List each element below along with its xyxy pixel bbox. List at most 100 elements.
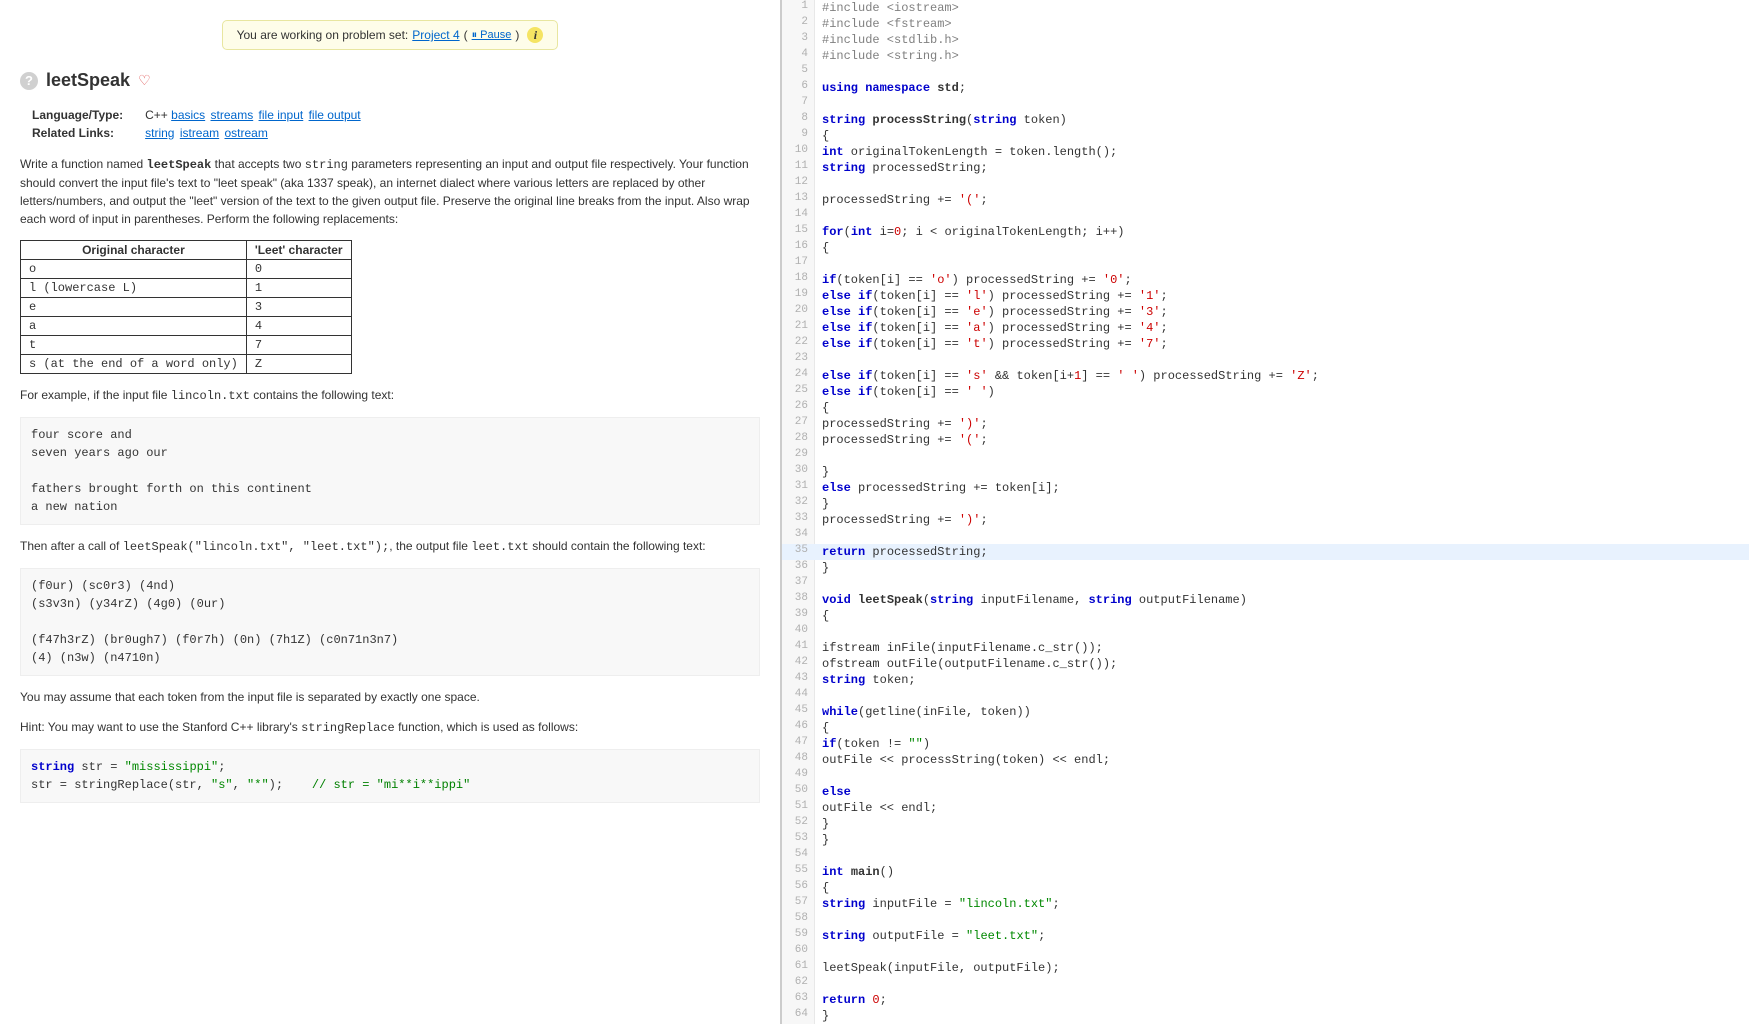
code-line[interactable]: 25else if(token[i] == ' ') — [782, 384, 1749, 400]
code-text[interactable]: outFile << endl; — [814, 800, 1749, 816]
code-text[interactable]: leetSpeak(inputFile, outputFile); — [814, 960, 1749, 976]
code-text[interactable]: else if(token[i] == 'e') processedString… — [814, 304, 1749, 320]
code-line[interactable]: 11string processedString; — [782, 160, 1749, 176]
code-line[interactable]: 34 — [782, 528, 1749, 544]
code-line[interactable]: 15for(int i=0; i < originalTokenLength; … — [782, 224, 1749, 240]
code-line[interactable]: 46{ — [782, 720, 1749, 736]
code-line[interactable]: 61leetSpeak(inputFile, outputFile); — [782, 960, 1749, 976]
code-text[interactable]: else — [814, 784, 1749, 800]
code-text[interactable]: int originalTokenLength = token.length()… — [814, 144, 1749, 160]
code-text[interactable]: } — [814, 496, 1749, 512]
code-line[interactable]: 43string token; — [782, 672, 1749, 688]
code-line[interactable]: 32} — [782, 496, 1749, 512]
code-line[interactable]: 54 — [782, 848, 1749, 864]
code-line[interactable]: 30} — [782, 464, 1749, 480]
code-text[interactable]: while(getline(inFile, token)) — [814, 704, 1749, 720]
code-line[interactable]: 19else if(token[i] == 'l') processedStri… — [782, 288, 1749, 304]
code-text[interactable]: else if(token[i] == 't') processedString… — [814, 336, 1749, 352]
code-text[interactable]: } — [814, 832, 1749, 848]
code-line[interactable]: 45while(getline(inFile, token)) — [782, 704, 1749, 720]
code-line[interactable]: 55int main() — [782, 864, 1749, 880]
code-text[interactable]: string processString(string token) — [814, 112, 1749, 128]
code-text[interactable]: ofstream outFile(outputFilename.c_str())… — [814, 656, 1749, 672]
code-text[interactable]: else if(token[i] == 'l') processedString… — [814, 288, 1749, 304]
code-line[interactable]: 50else — [782, 784, 1749, 800]
code-line[interactable]: 14 — [782, 208, 1749, 224]
code-text[interactable]: } — [814, 464, 1749, 480]
code-text[interactable]: else if(token[i] == 'a') processedString… — [814, 320, 1749, 336]
code-line[interactable]: 52} — [782, 816, 1749, 832]
code-text[interactable]: #include <string.h> — [814, 48, 1749, 64]
code-text[interactable]: else processedString += token[i]; — [814, 480, 1749, 496]
code-line[interactable]: 4#include <string.h> — [782, 48, 1749, 64]
code-line[interactable]: 35return processedString; — [782, 544, 1749, 560]
code-line[interactable]: 36} — [782, 560, 1749, 576]
code-text[interactable]: if(token != "") — [814, 736, 1749, 752]
code-text[interactable]: using namespace std; — [814, 80, 1749, 96]
code-text[interactable]: #include <fstream> — [814, 16, 1749, 32]
pause-link[interactable]: ⏸ Pause — [472, 29, 512, 42]
code-line[interactable]: 21else if(token[i] == 'a') processedStri… — [782, 320, 1749, 336]
code-text[interactable]: processedString += '('; — [814, 192, 1749, 208]
meta-link[interactable]: file output — [309, 108, 361, 122]
code-line[interactable]: 44 — [782, 688, 1749, 704]
meta-link[interactable]: file input — [259, 108, 304, 122]
code-text[interactable]: int main() — [814, 864, 1749, 880]
code-line[interactable]: 3#include <stdlib.h> — [782, 32, 1749, 48]
code-line[interactable]: 40 — [782, 624, 1749, 640]
code-text[interactable]: for(int i=0; i < originalTokenLength; i+… — [814, 224, 1749, 240]
code-text[interactable]: return 0; — [814, 992, 1749, 1008]
meta-link[interactable]: basics — [171, 108, 205, 122]
code-line[interactable]: 53} — [782, 832, 1749, 848]
code-line[interactable]: 26{ — [782, 400, 1749, 416]
code-line[interactable]: 17 — [782, 256, 1749, 272]
code-text[interactable]: if(token[i] == 'o') processedString += '… — [814, 272, 1749, 288]
code-line[interactable]: 41ifstream inFile(inputFilename.c_str())… — [782, 640, 1749, 656]
code-line[interactable]: 37 — [782, 576, 1749, 592]
code-line[interactable]: 58 — [782, 912, 1749, 928]
code-line[interactable]: 10int originalTokenLength = token.length… — [782, 144, 1749, 160]
code-line[interactable]: 49 — [782, 768, 1749, 784]
code-text[interactable]: } — [814, 1008, 1749, 1024]
code-text[interactable]: { — [814, 608, 1749, 624]
meta-link[interactable]: streams — [211, 108, 254, 122]
code-text[interactable]: outFile << processString(token) << endl; — [814, 752, 1749, 768]
code-text[interactable]: void leetSpeak(string inputFilename, str… — [814, 592, 1749, 608]
code-line[interactable]: 5 — [782, 64, 1749, 80]
code-line[interactable]: 57string inputFile = "lincoln.txt"; — [782, 896, 1749, 912]
code-line[interactable]: 56{ — [782, 880, 1749, 896]
code-text[interactable]: #include <stdlib.h> — [814, 32, 1749, 48]
code-line[interactable]: 47if(token != "") — [782, 736, 1749, 752]
code-text[interactable]: ifstream inFile(inputFilename.c_str()); — [814, 640, 1749, 656]
code-line[interactable]: 1#include <iostream> — [782, 0, 1749, 16]
code-text[interactable]: { — [814, 240, 1749, 256]
code-line[interactable]: 24else if(token[i] == 's' && token[i+1] … — [782, 368, 1749, 384]
code-text[interactable]: #include <iostream> — [814, 0, 1749, 16]
help-icon[interactable]: ? — [20, 72, 38, 90]
code-line[interactable]: 62 — [782, 976, 1749, 992]
code-text[interactable]: string outputFile = "leet.txt"; — [814, 928, 1749, 944]
meta-link[interactable]: ostream — [225, 126, 268, 140]
code-line[interactable]: 2#include <fstream> — [782, 16, 1749, 32]
meta-link[interactable]: string — [145, 126, 174, 140]
code-text[interactable]: processedString += '('; — [814, 432, 1749, 448]
code-line[interactable]: 22else if(token[i] == 't') processedStri… — [782, 336, 1749, 352]
code-text[interactable]: } — [814, 816, 1749, 832]
heart-icon[interactable]: ♡ — [138, 72, 151, 89]
code-text[interactable]: else if(token[i] == ' ') — [814, 384, 1749, 400]
code-line[interactable]: 60 — [782, 944, 1749, 960]
code-line[interactable]: 31else processedString += token[i]; — [782, 480, 1749, 496]
code-line[interactable]: 64} — [782, 1008, 1749, 1024]
code-line[interactable]: 29 — [782, 448, 1749, 464]
code-line[interactable]: 23 — [782, 352, 1749, 368]
code-line[interactable]: 7 — [782, 96, 1749, 112]
code-text[interactable]: string token; — [814, 672, 1749, 688]
code-text[interactable]: string inputFile = "lincoln.txt"; — [814, 896, 1749, 912]
problem-set-link[interactable]: Project 4 — [412, 28, 459, 42]
code-text[interactable]: processedString += ')'; — [814, 512, 1749, 528]
code-line[interactable]: 18if(token[i] == 'o') processedString +=… — [782, 272, 1749, 288]
meta-link[interactable]: istream — [180, 126, 219, 140]
code-text[interactable]: { — [814, 880, 1749, 896]
code-line[interactable]: 6using namespace std; — [782, 80, 1749, 96]
code-text[interactable]: { — [814, 400, 1749, 416]
